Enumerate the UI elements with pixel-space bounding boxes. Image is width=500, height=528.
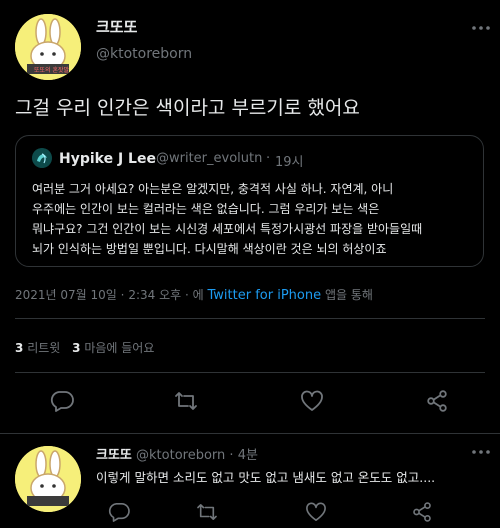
divider — [15, 372, 485, 373]
reply-author-handle[interactable]: @ktotoreborn — [136, 448, 225, 463]
quoted-text-line-1: 여러분 그거 아세요? 아는분은 알겠지만, 충격적 사실 하나. 자연계, 아… — [32, 182, 394, 196]
likes-label: 마음에 들어요 — [84, 341, 155, 355]
quoted-text-line-3: 뭐냐구요? 그건 인간이 보는 시신경 세포에서 특정가시광선 파장을 받아들일… — [32, 222, 423, 236]
tweet-time[interactable]: 2:34 오후 — [128, 288, 181, 302]
heart-icon[interactable] — [300, 390, 324, 412]
reply-text: 이렇게 말하면 소리도 없고 맛도 없고 냄새도 없고 온도도 없고.... — [96, 470, 436, 485]
author-avatar[interactable]: 또또의 혼잣말 — [15, 14, 81, 80]
avatar-badge-text: 또또의 혼잣말 — [34, 67, 70, 74]
quoted-text-line-2: 우주에는 인간이 보는 컬러라는 색은 없습니다. 그럼 우리가 보는 색은 — [32, 202, 380, 216]
divider — [15, 318, 485, 319]
share-icon[interactable] — [426, 390, 448, 412]
meta-separator: · — [120, 288, 125, 302]
retweets-label: 리트윗 — [27, 341, 61, 355]
author-handle[interactable]: @ktotoreborn — [96, 46, 192, 62]
reply-icon[interactable] — [108, 502, 130, 522]
heart-icon[interactable] — [305, 502, 327, 522]
retweet-icon[interactable] — [196, 503, 218, 521]
tweet-text: 그걸 우리 인간은 색이라고 부르기로 했어요 — [15, 97, 360, 119]
reply-author-avatar[interactable] — [15, 446, 81, 512]
reply-author-name[interactable]: 크또또 — [96, 448, 132, 463]
likes-count: 3 — [72, 341, 81, 355]
quoted-text-line-4: 뇌가 인식하는 방법일 뿐입니다. 다시말해 색상이란 것은 뇌의 허상이죠 — [32, 242, 387, 256]
author-name[interactable]: 크또또 — [96, 16, 137, 37]
reply-icon[interactable] — [50, 390, 74, 412]
retweets-stat[interactable]: 3 리트윗 — [15, 341, 64, 355]
quoted-dot: · — [266, 151, 271, 166]
reply-dot: · — [229, 448, 234, 463]
quoted-time: 19시 — [275, 155, 304, 170]
retweet-icon[interactable] — [174, 391, 198, 411]
quoted-author-handle: @writer_evolutn — [156, 151, 263, 166]
reply-header: 크또또 @ktotoreborn · 4분 — [96, 444, 258, 463]
tweet-date[interactable]: 2021년 07월 10일 — [15, 288, 117, 302]
retweets-count: 3 — [15, 341, 24, 355]
meta-via: 에 — [192, 288, 204, 302]
tweet-source-link[interactable]: Twitter for iPhone — [208, 288, 322, 303]
meta-separator: · — [184, 288, 189, 302]
more-dots-icon[interactable] — [470, 444, 492, 460]
share-icon[interactable] — [412, 502, 432, 522]
meta-suffix: 앱을 통해 — [324, 288, 373, 302]
tweet-stats: 3 리트윗 3 마음에 들어요 — [15, 339, 154, 356]
quoted-author-avatar — [32, 148, 52, 168]
quoted-author-name: Hypike J Lee — [59, 151, 156, 167]
tweet-meta-line: 2021년 07월 10일 · 2:34 오후 · 에 Twitter for … — [15, 286, 373, 303]
more-dots-icon[interactable] — [470, 18, 492, 38]
reply-time: 4분 — [237, 448, 258, 463]
likes-stat[interactable]: 3 마음에 들어요 — [72, 341, 154, 355]
divider — [0, 433, 500, 434]
